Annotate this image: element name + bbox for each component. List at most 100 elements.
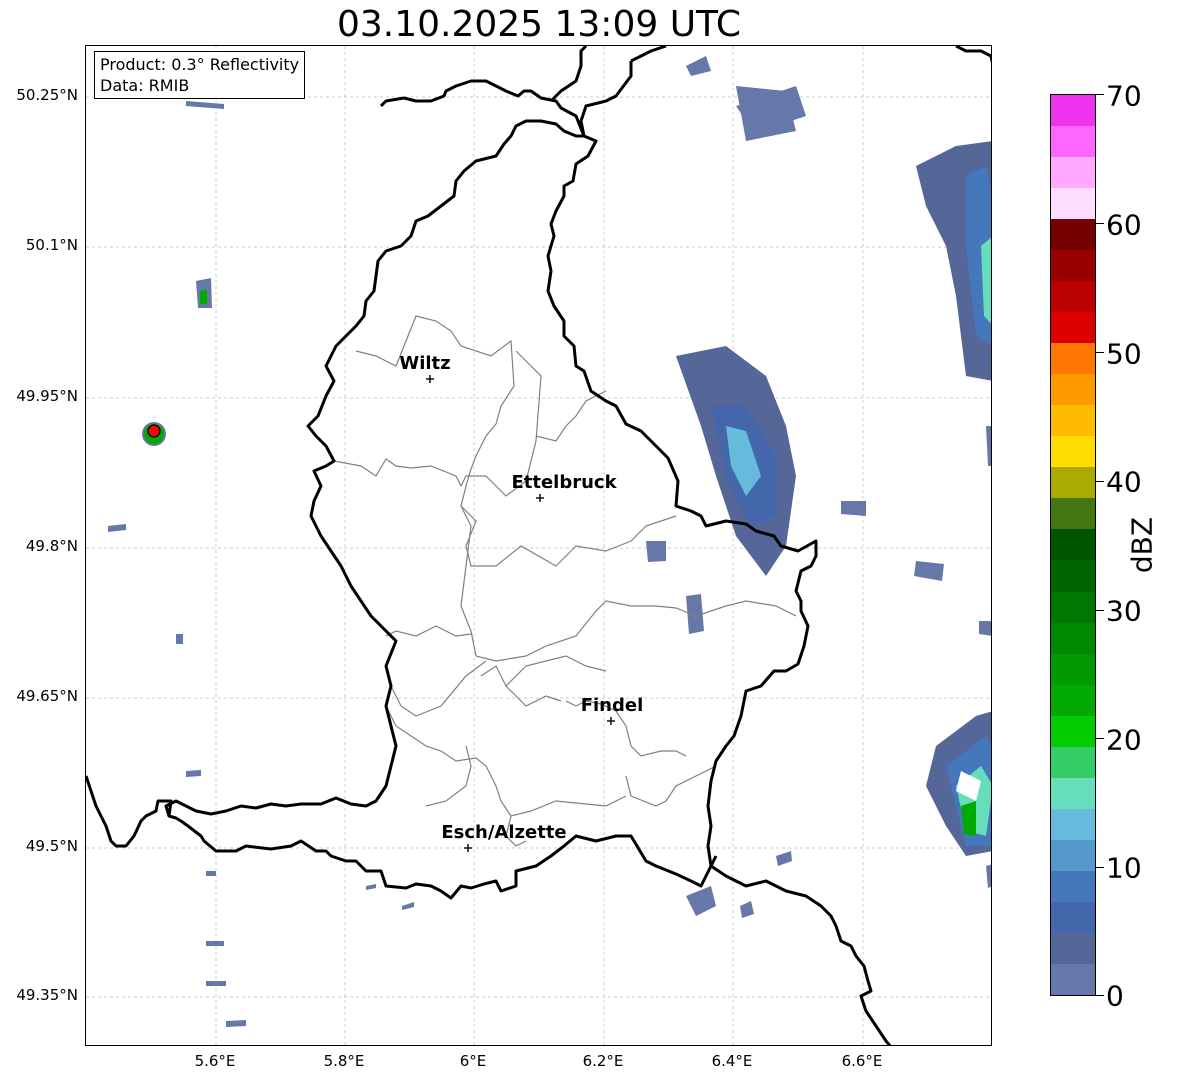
echo-se-3 — [776, 851, 792, 866]
colorbar-segment — [1051, 684, 1095, 716]
colorbar-segment — [1051, 467, 1095, 499]
colorbar-segment — [1051, 529, 1095, 561]
colorbar-segment — [1051, 250, 1095, 282]
colorbar-segment — [1051, 95, 1095, 127]
echo-east-4 — [986, 426, 991, 466]
colorbar-tick — [1096, 481, 1104, 482]
colorbar-label: 50 — [1106, 337, 1142, 371]
map-title: 03.10.2025 13:09 UTC — [336, 4, 742, 45]
colorbar-tick — [1096, 94, 1104, 95]
city-marker-findel — [607, 717, 615, 725]
colorbar-unit-label: dBZ — [1125, 516, 1159, 574]
colorbar-label: 20 — [1106, 723, 1142, 757]
de-border-north — [630, 46, 667, 63]
colorbar-tick — [1096, 223, 1104, 224]
colorbar-tick — [1096, 610, 1104, 611]
lat-label: 50.1°N — [25, 236, 78, 254]
echo-west-11 — [206, 871, 216, 876]
echo-ne-small1 — [686, 56, 711, 76]
colorbar-segment — [1051, 963, 1095, 995]
colorbar-segment — [1051, 839, 1095, 871]
product-info-box: Product: 0.3° Reflectivity Data: RMIB — [94, 51, 306, 99]
city-markers — [426, 375, 615, 852]
radar-echoes — [108, 56, 991, 1027]
echo-east-1 — [841, 501, 866, 516]
colorbar-segment — [1051, 715, 1095, 747]
colorbar-segment — [1051, 126, 1095, 158]
echo-west-6 — [366, 884, 376, 890]
echo-se-4 — [986, 864, 991, 888]
radar-site-marker — [147, 424, 161, 438]
lat-label: 49.5°N — [25, 837, 78, 855]
colorbar-segment — [1051, 312, 1095, 344]
city-marker-wiltz — [426, 375, 434, 383]
colorbar-segment — [1051, 405, 1095, 437]
lux-border-west — [164, 119, 584, 817]
lat-label: 49.65°N — [16, 687, 78, 705]
colorbar-label: 30 — [1106, 594, 1142, 628]
city-label-esch: Esch/Alzette — [441, 822, 566, 843]
city-marker-ettelbruck — [536, 494, 544, 502]
echo-west-8 — [176, 634, 183, 644]
colorbar-label: 60 — [1106, 208, 1142, 242]
product-line: Product: 0.3° Reflectivity — [100, 55, 300, 74]
echo-east-3 — [979, 621, 991, 636]
colorbar-label: 0 — [1106, 979, 1124, 1013]
lat-label: 49.8°N — [25, 537, 78, 555]
city-label-wiltz: Wiltz — [399, 353, 450, 374]
lon-label: 6.6°E — [841, 1052, 883, 1070]
lon-label: 6.4°E — [711, 1052, 753, 1070]
echo-mid-east-2 — [646, 541, 666, 562]
lon-label: 6°E — [459, 1052, 487, 1070]
de-border-south — [710, 864, 892, 1045]
colorbar-segment — [1051, 560, 1095, 592]
colorbar-segment — [1051, 281, 1095, 313]
colorbar-segment — [1051, 901, 1095, 933]
colorbar-segment — [1051, 870, 1095, 902]
echo-west-3 — [226, 1020, 246, 1027]
nw-border — [549, 46, 588, 103]
lon-label: 5.6°E — [194, 1052, 236, 1070]
colorbar-segment — [1051, 343, 1095, 375]
echo-west-2 — [206, 941, 224, 946]
colorbar-label: 70 — [1106, 79, 1142, 113]
colorbar-segment — [1051, 746, 1095, 778]
data-source-line: Data: RMIB — [100, 76, 190, 95]
echo-west-9 — [186, 101, 224, 109]
colorbar-label: 10 — [1106, 851, 1142, 885]
echo-se-1 — [686, 886, 716, 916]
lat-label: 49.95°N — [16, 387, 78, 405]
lux-border-top — [379, 79, 586, 137]
colorbar-tick — [1096, 995, 1104, 996]
colorbar-segment — [1051, 622, 1095, 654]
echo-west-10 — [108, 524, 126, 532]
radar-map[interactable]: Wiltz Ettelbruck Findel Esch/Alzette — [85, 45, 992, 1046]
colorbar-segment — [1051, 436, 1095, 468]
city-label-findel: Findel — [581, 695, 644, 716]
echo-west-1-core — [200, 290, 207, 304]
colorbar-segment — [1051, 808, 1095, 840]
map-canvas: Wiltz Ettelbruck Findel Esch/Alzette — [86, 46, 991, 1045]
colorbar-tick — [1096, 738, 1104, 739]
echo-west-5 — [186, 770, 201, 777]
colorbar-segment — [1051, 777, 1095, 809]
colorbar-segment — [1051, 219, 1095, 251]
echo-east-2 — [914, 561, 944, 581]
lon-label: 5.8°E — [323, 1052, 365, 1070]
colorbar-tick — [1096, 867, 1104, 868]
lat-label: 50.25°N — [16, 86, 78, 104]
city-label-ettelbruck: Ettelbruck — [511, 472, 617, 493]
country-borders — [86, 46, 991, 1045]
lon-label: 6.2°E — [582, 1052, 624, 1070]
colorbar-segment — [1051, 157, 1095, 189]
colorbar-segment — [1051, 498, 1095, 530]
city-marker-esch — [464, 844, 472, 852]
colorbar — [1050, 94, 1096, 996]
echo-west-7 — [402, 902, 414, 910]
colorbar-segment — [1051, 653, 1095, 685]
grid — [86, 46, 991, 1045]
ne-corner — [955, 46, 991, 64]
colorbar-segment — [1051, 932, 1095, 964]
lat-label: 49.35°N — [16, 986, 78, 1004]
colorbar-segment — [1051, 591, 1095, 623]
